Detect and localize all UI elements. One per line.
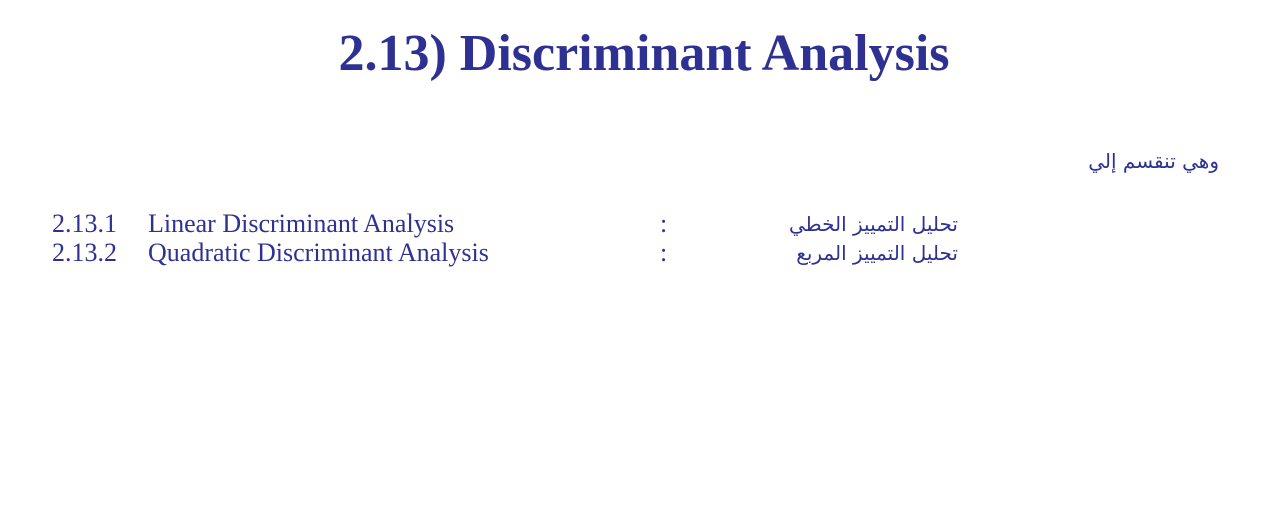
item-separator: :	[660, 209, 668, 238]
list-item-linear: 2.13.1 Linear Discriminant Analysis : تح…	[0, 209, 1288, 239]
item-number: 2.13.1	[52, 209, 117, 238]
item-number: 2.13.2	[52, 238, 117, 267]
item-arabic-title: تحليل التمييز الخطي	[789, 212, 958, 236]
item-arabic-title: تحليل التمييز المربع	[796, 241, 958, 265]
page-title: 2.13) Discriminant Analysis	[338, 25, 950, 82]
list-item-quadratic: 2.13.2 Quadratic Discriminant Analysis :…	[0, 238, 1288, 268]
item-separator: :	[660, 238, 668, 267]
item-english-title: Linear Discriminant Analysis	[148, 209, 455, 238]
intro-text: وهي تنقسم إلي	[1088, 149, 1219, 173]
item-english-title: Quadratic Discriminant Analysis	[148, 238, 489, 267]
